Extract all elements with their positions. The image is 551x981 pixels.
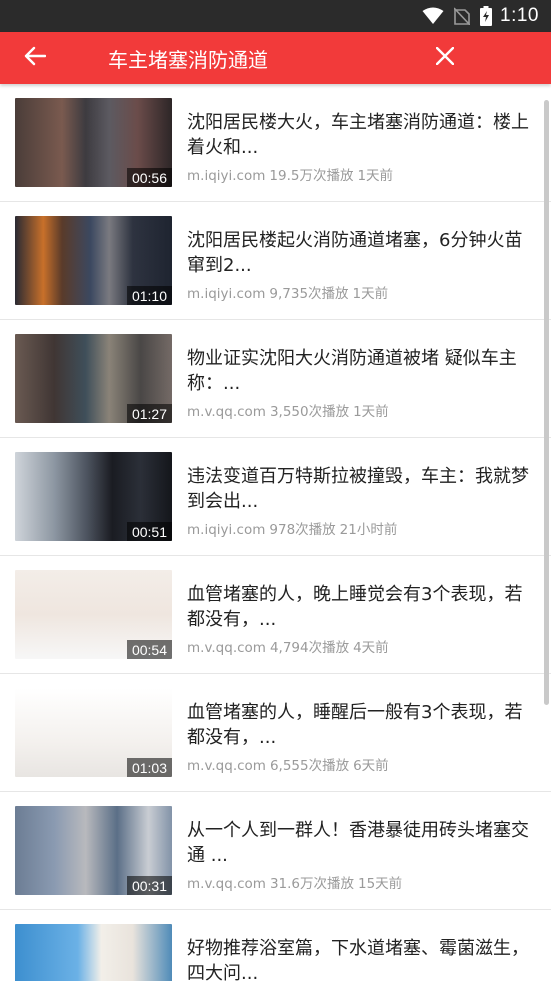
video-meta: m.iqiyi.com 9,735次播放 1天前 — [187, 282, 532, 302]
video-meta: m.v.qq.com 6,555次播放 6天前 — [187, 754, 532, 774]
video-source: m.iqiyi.com — [187, 522, 266, 538]
list-item[interactable]: 01:27 物业证实沈阳大火消防通道被堵 疑似车主称：... m.v.qq.co… — [0, 320, 551, 438]
video-thumbnail[interactable]: 01:03 — [15, 688, 172, 777]
close-icon — [435, 46, 455, 69]
list-item[interactable]: 00:56 沈阳居民楼大火，车主堵塞消防通道：楼上着火和... m.iqiyi.… — [0, 84, 551, 202]
video-thumbnail[interactable]: 00:56 — [15, 98, 172, 187]
video-list: 00:56 沈阳居民楼大火，车主堵塞消防通道：楼上着火和... m.iqiyi.… — [0, 84, 551, 981]
video-thumbnail[interactable]: 01:10 — [15, 216, 172, 305]
video-views: 31.6万次播放 — [269, 876, 354, 892]
status-bar: 1:10 — [0, 0, 551, 32]
video-title[interactable]: 好物推荐浴室篇，下水道堵塞、霉菌滋生，四大问... — [187, 936, 532, 981]
video-views: 6,555次播放 — [269, 758, 350, 774]
duration-badge: 00:56 — [126, 168, 172, 187]
video-title[interactable]: 血管堵塞的人，睡醒后一般有3个表现，若都没有，... — [187, 700, 532, 750]
video-thumbnail[interactable] — [15, 924, 172, 981]
video-thumbnail[interactable]: 01:27 — [15, 334, 172, 423]
duration-badge: 00:54 — [126, 640, 172, 659]
video-source: m.v.qq.com — [187, 876, 266, 892]
video-meta: m.iqiyi.com 978次播放 21小时前 — [187, 518, 532, 538]
video-meta: m.v.qq.com 3,550次播放 1天前 — [187, 400, 532, 420]
video-time: 6天前 — [353, 758, 389, 774]
page-title: 车主堵塞消防通道 — [108, 47, 268, 72]
battery-charging-icon — [480, 6, 493, 26]
video-title[interactable]: 血管堵塞的人，晚上睡觉会有3个表现，若都没有，... — [187, 582, 532, 632]
duration-badge: 00:31 — [126, 876, 172, 895]
list-item[interactable]: 00:54 血管堵塞的人，晚上睡觉会有3个表现，若都没有，... m.v.qq.… — [0, 556, 551, 674]
duration-badge: 01:27 — [126, 404, 172, 423]
video-views: 978次播放 — [269, 522, 336, 538]
duration-badge: 00:51 — [126, 522, 172, 541]
video-source: m.iqiyi.com — [187, 286, 266, 302]
list-item[interactable]: 00:31 从一个人到一群人！香港暴徒用砖头堵塞交通 ... m.v.qq.co… — [0, 792, 551, 910]
video-time: 1天前 — [353, 404, 389, 420]
video-time: 1天前 — [352, 286, 389, 302]
video-views: 4,794次播放 — [269, 640, 350, 656]
app-bar: 车主堵塞消防通道 — [0, 32, 551, 84]
video-time: 21小时前 — [339, 522, 398, 538]
video-source: m.v.qq.com — [187, 404, 266, 420]
video-views: 19.5万次播放 — [269, 168, 354, 184]
list-item[interactable]: 好物推荐浴室篇，下水道堵塞、霉菌滋生，四大问... — [0, 910, 551, 981]
back-button[interactable] — [0, 32, 70, 84]
list-item[interactable]: 01:10 沈阳居民楼起火消防通道堵塞，6分钟火苗窜到2... m.iqiyi.… — [0, 202, 551, 320]
video-time: 1天前 — [357, 168, 394, 184]
no-sim-icon — [454, 7, 471, 25]
duration-badge: 01:10 — [126, 286, 172, 305]
video-views: 3,550次播放 — [269, 404, 350, 420]
list-item[interactable]: 01:03 血管堵塞的人，睡醒后一般有3个表现，若都没有，... m.v.qq.… — [0, 674, 551, 792]
status-time: 1:10 — [500, 5, 539, 26]
video-time: 4天前 — [353, 640, 389, 656]
video-meta: m.iqiyi.com 19.5万次播放 1天前 — [187, 164, 532, 184]
video-thumbnail[interactable]: 00:51 — [15, 452, 172, 541]
video-title[interactable]: 沈阳居民楼大火，车主堵塞消防通道：楼上着火和... — [187, 110, 532, 160]
video-title[interactable]: 违法变道百万特斯拉被撞毁，车主：我就梦到会出... — [187, 464, 532, 514]
video-title[interactable]: 从一个人到一群人！香港暴徒用砖头堵塞交通 ... — [187, 818, 532, 868]
close-button[interactable] — [410, 32, 480, 84]
video-thumbnail[interactable]: 00:31 — [15, 806, 172, 895]
video-title[interactable]: 沈阳居民楼起火消防通道堵塞，6分钟火苗窜到2... — [187, 228, 532, 278]
video-meta: m.v.qq.com 4,794次播放 4天前 — [187, 636, 532, 656]
arrow-left-icon — [24, 46, 47, 70]
wifi-icon — [422, 7, 444, 25]
video-source: m.v.qq.com — [187, 758, 266, 774]
video-source: m.iqiyi.com — [187, 168, 266, 184]
video-title[interactable]: 物业证实沈阳大火消防通道被堵 疑似车主称：... — [187, 346, 532, 396]
list-item[interactable]: 00:51 违法变道百万特斯拉被撞毁，车主：我就梦到会出... m.iqiyi.… — [0, 438, 551, 556]
duration-badge: 01:03 — [126, 758, 172, 777]
video-meta: m.v.qq.com 31.6万次播放 15天前 — [187, 872, 532, 892]
scrollbar[interactable] — [544, 100, 549, 705]
video-views: 9,735次播放 — [269, 286, 349, 302]
video-time: 15天前 — [358, 876, 403, 892]
video-thumbnail[interactable]: 00:54 — [15, 570, 172, 659]
video-source: m.v.qq.com — [187, 640, 266, 656]
